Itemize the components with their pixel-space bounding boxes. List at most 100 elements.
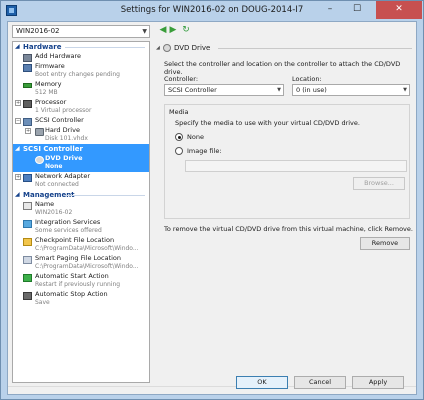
tree-item-detail: WIN2016-02 bbox=[35, 209, 73, 216]
remove-instructions: To remove the virtual CD/DVD drive from … bbox=[164, 225, 413, 233]
tree-item-network-adapter[interactable]: + Network Adapter Not connected bbox=[13, 172, 149, 190]
expand-plus-icon[interactable]: + bbox=[15, 100, 21, 106]
tree-item-label: SCSI Controller bbox=[35, 116, 84, 124]
chevron-down-icon: ▼ bbox=[142, 28, 147, 35]
hardware-section-label: Hardware bbox=[23, 43, 62, 51]
chevron-down-icon: ▼ bbox=[277, 87, 281, 93]
tree-item-detail: Disk 101.vhdx bbox=[45, 135, 88, 142]
panel-header: ◢ DVD Drive bbox=[156, 43, 412, 54]
tree-item-detail: Save bbox=[35, 299, 50, 306]
tree-item-smart-paging-location[interactable]: Smart Paging File Location C:\ProgramDat… bbox=[13, 254, 149, 272]
tree-item-label: Checkpoint File Location bbox=[35, 236, 115, 244]
tree-item-label: Hard Drive bbox=[45, 126, 80, 134]
chevron-down-icon: ▼ bbox=[403, 87, 407, 93]
tree-item-detail: C:\ProgramData\Microsoft\Windo... bbox=[35, 245, 139, 252]
tree-item-integration-services[interactable]: Integration Services Some services offer… bbox=[13, 218, 149, 236]
expand-plus-icon[interactable]: + bbox=[25, 128, 31, 134]
controller-value: SCSI Controller bbox=[168, 86, 217, 94]
refresh-icon[interactable]: ↻ bbox=[181, 25, 191, 36]
dvd-drive-icon bbox=[163, 44, 171, 52]
tree-item-label: Name bbox=[35, 200, 55, 208]
tree-item-detail: 512 MB bbox=[35, 89, 58, 96]
checkpoint-icon bbox=[23, 238, 32, 246]
management-section-label: Management bbox=[23, 191, 75, 199]
tree-item-memory[interactable]: Memory 512 MB bbox=[13, 80, 149, 98]
tree-item-label: Add Hardware bbox=[35, 52, 82, 60]
tree-item-scsi-controller[interactable]: − SCSI Controller bbox=[13, 116, 149, 126]
close-button[interactable]: ✕ bbox=[376, 1, 422, 19]
none-radio[interactable] bbox=[175, 133, 183, 141]
panel-title: DVD Drive bbox=[174, 44, 211, 52]
tree-item-firmware[interactable]: Firmware Boot entry changes pending bbox=[13, 62, 149, 80]
collapse-caret-icon: ◢ bbox=[156, 45, 160, 51]
image-file-radio[interactable] bbox=[175, 147, 183, 155]
controller-dropdown[interactable]: SCSI Controller ▼ bbox=[164, 84, 284, 96]
dialog-client-area: WIN2016-02 ▼ ◢ Hardware Add Hardware Fir… bbox=[7, 21, 417, 395]
stop-action-icon bbox=[23, 292, 32, 300]
tree-item-add-hardware[interactable]: Add Hardware bbox=[13, 52, 149, 62]
location-value: 0 (in use) bbox=[296, 86, 327, 94]
tree-item-label: Automatic Start Action bbox=[35, 272, 109, 280]
start-action-icon bbox=[23, 274, 32, 282]
controller-label: Controller: bbox=[164, 75, 199, 83]
tree-item-auto-start[interactable]: Automatic Start Action Restart if previo… bbox=[13, 272, 149, 290]
tree-item-detail: Boot entry changes pending bbox=[35, 71, 120, 78]
tree-item-processor[interactable]: + Processor 1 Virtual processor bbox=[13, 98, 149, 116]
image-file-path-input[interactable] bbox=[185, 160, 407, 172]
integration-services-icon bbox=[23, 220, 32, 228]
tree-item-label: Network Adapter bbox=[35, 172, 90, 180]
remove-button[interactable]: Remove bbox=[360, 237, 410, 250]
collapse-caret-icon: ◢ bbox=[15, 191, 20, 198]
management-section-header[interactable]: ◢ Management bbox=[13, 190, 149, 200]
scsi-controller-icon bbox=[23, 118, 32, 126]
hardware-section-header[interactable]: ◢ Hardware bbox=[13, 42, 149, 52]
selected-controller-label: SCSI Controller bbox=[23, 145, 83, 153]
tree-item-checkpoint-location[interactable]: Checkpoint File Location C:\ProgramData\… bbox=[13, 236, 149, 254]
none-radio-label[interactable]: None bbox=[187, 133, 204, 141]
tree-item-detail: C:\ProgramData\Microsoft\Windo... bbox=[35, 263, 139, 270]
header-divider bbox=[218, 48, 412, 49]
title-bar[interactable]: Settings for WIN2016-02 on DOUG-2014-I7 … bbox=[1, 1, 423, 20]
media-group-title: Media bbox=[169, 108, 189, 116]
firmware-icon bbox=[23, 64, 32, 72]
selected-controller-header[interactable]: ◢ SCSI Controller bbox=[13, 144, 149, 154]
tree-item-detail: 1 Virtual processor bbox=[35, 107, 92, 114]
tree-item-detail: Not connected bbox=[35, 181, 79, 188]
collapse-minus-icon[interactable]: − bbox=[15, 118, 21, 124]
forward-arrow-icon[interactable]: ▶ bbox=[168, 25, 178, 36]
hard-drive-icon bbox=[35, 128, 44, 136]
tree-item-detail: Restart if previously running bbox=[35, 281, 121, 288]
dvd-drive-settings-panel: ◢ DVD Drive Select the controller and lo… bbox=[154, 41, 414, 383]
location-label: Location: bbox=[292, 75, 322, 83]
minimize-button[interactable]: – bbox=[317, 1, 343, 19]
tree-item-auto-stop[interactable]: Automatic Stop Action Save bbox=[13, 290, 149, 308]
apply-button[interactable]: Apply bbox=[352, 376, 404, 389]
settings-tree: ◢ Hardware Add Hardware Firmware Boot en… bbox=[12, 41, 150, 383]
dvd-drive-icon bbox=[35, 156, 44, 164]
name-icon bbox=[23, 202, 32, 210]
tree-item-label: Smart Paging File Location bbox=[35, 254, 122, 262]
tree-item-label: Memory bbox=[35, 80, 62, 88]
tree-item-name[interactable]: Name WIN2016-02 bbox=[13, 200, 149, 218]
memory-icon bbox=[23, 83, 32, 88]
add-hardware-icon bbox=[23, 54, 32, 62]
image-file-radio-label[interactable]: Image file: bbox=[187, 147, 222, 155]
tree-item-hard-drive[interactable]: + Hard Drive Disk 101.vhdx bbox=[13, 126, 149, 144]
tree-item-label: Integration Services bbox=[35, 218, 101, 226]
expand-plus-icon[interactable]: + bbox=[15, 174, 21, 180]
media-group-box: Media Specify the media to use with your… bbox=[164, 104, 410, 219]
ok-button[interactable]: OK bbox=[236, 376, 288, 389]
vm-selector-dropdown[interactable]: WIN2016-02 ▼ bbox=[12, 25, 150, 38]
maximize-button[interactable]: ☐ bbox=[344, 1, 370, 19]
tree-item-detail: Some services offered bbox=[35, 227, 102, 234]
tree-item-dvd-drive[interactable]: DVD Drive None bbox=[13, 154, 149, 172]
tree-item-label: Firmware bbox=[35, 62, 65, 70]
back-arrow-icon[interactable]: ◀ bbox=[158, 25, 168, 36]
cancel-button[interactable]: Cancel bbox=[294, 376, 346, 389]
location-dropdown[interactable]: 0 (in use) ▼ bbox=[292, 84, 410, 96]
processor-icon bbox=[23, 100, 32, 108]
media-description: Specify the media to use with your virtu… bbox=[175, 119, 360, 127]
browse-button[interactable]: Browse... bbox=[353, 177, 405, 190]
tree-item-label: Automatic Stop Action bbox=[35, 290, 108, 298]
tree-item-detail: None bbox=[45, 163, 63, 170]
